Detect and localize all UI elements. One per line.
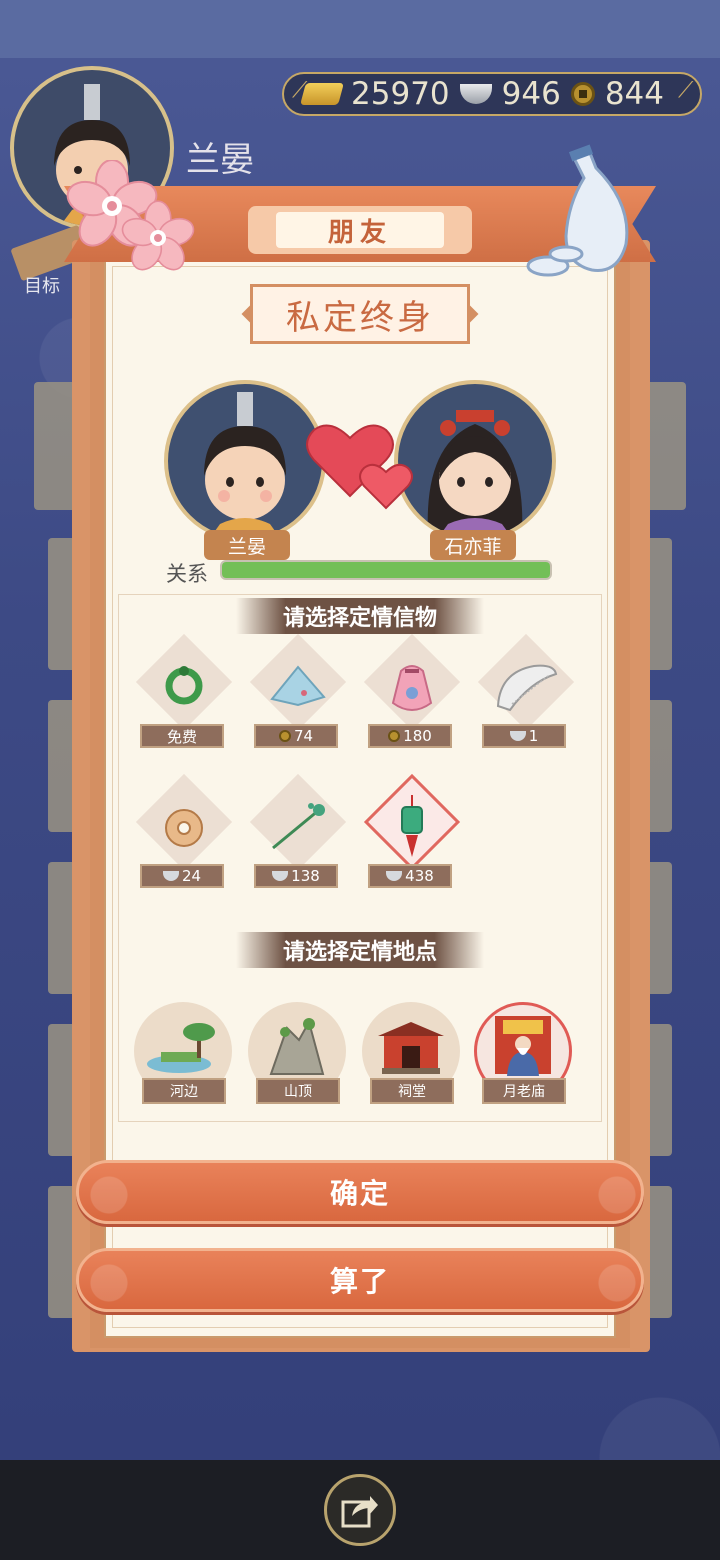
copper-coin-icon: [570, 82, 595, 106]
relation-progress-bar: [220, 560, 552, 580]
share-icon: [341, 1496, 378, 1528]
coin-amount: 844: [604, 76, 664, 112]
gift-jade-tassel[interactable]: 438: [363, 773, 461, 894]
place-riverside[interactable]: 河边: [134, 1002, 234, 1106]
left-character-name: 兰晏: [204, 530, 290, 560]
cancel-button[interactable]: 算了: [76, 1248, 644, 1312]
bamboo-icon: ⟋: [678, 78, 694, 103]
sachet-icon: [391, 665, 433, 711]
place-label: 山顶: [256, 1078, 340, 1104]
gift-price: 138: [291, 867, 320, 885]
gift-price: 24: [181, 867, 202, 885]
gift-price: 74: [293, 727, 314, 745]
gift-comb[interactable]: 1: [477, 633, 575, 754]
comb-icon: [496, 664, 558, 712]
cherry-blossom-icon: [66, 160, 195, 271]
riverside-icon: [147, 1023, 215, 1073]
place-section-title: 请选择定情地点: [236, 932, 484, 968]
hairpin-icon: [272, 803, 325, 850]
silver-ingot-icon: [459, 84, 492, 104]
currency-bar: 25970 946 844: [282, 72, 702, 116]
right-character-name: 石亦菲: [430, 530, 516, 560]
confirm-button[interactable]: 确定: [76, 1160, 644, 1224]
coin-icon: [278, 730, 291, 742]
gift-price: 180: [403, 727, 432, 745]
handkerchief-icon: [270, 665, 326, 707]
dialog-title: 朋友: [276, 212, 444, 248]
place-ancestral-hall[interactable]: 祠堂: [362, 1002, 462, 1106]
gift-price: 1: [528, 727, 539, 745]
silver-icon: [509, 731, 526, 741]
coin-icon: [388, 730, 401, 742]
silver-icon: [386, 871, 403, 881]
gift-handkerchief[interactable]: 74: [249, 633, 347, 754]
status-area: [0, 0, 720, 58]
place-label: 河边: [142, 1078, 226, 1104]
mountain-icon: [269, 1018, 325, 1075]
ancestral-hall-icon: [378, 1022, 444, 1074]
player-name: 兰晏: [186, 140, 254, 180]
place-label: 月老庙: [482, 1078, 566, 1104]
gift-price: 438: [405, 867, 434, 885]
place-mountaintop[interactable]: 山顶: [248, 1002, 348, 1106]
silver-amount: 946: [501, 76, 561, 112]
silver-icon: [162, 871, 179, 881]
jade-bracelet-icon: [165, 666, 203, 705]
target-label: 目标: [24, 276, 60, 297]
matchmaker-temple-icon: [495, 1016, 551, 1076]
gift-section-title: 请选择定情信物: [236, 598, 484, 634]
gift-jade-pendant[interactable]: 24: [135, 773, 233, 894]
gift-price: 免费: [166, 727, 197, 746]
gift-jade-bracelet[interactable]: 免费: [135, 633, 233, 754]
wine-bottle-icon: [526, 144, 629, 277]
jade-pendant-icon: [165, 809, 203, 847]
relation-progress-fill: [222, 562, 550, 578]
place-label: 祠堂: [370, 1078, 454, 1104]
place-matchmaker-temple[interactable]: 月老庙: [474, 1002, 574, 1106]
gift-sachet[interactable]: 180: [363, 633, 461, 754]
gold-amount: 25970: [351, 76, 450, 112]
jade-tassel-icon: [401, 795, 423, 857]
gift-hairpin[interactable]: 138: [249, 773, 347, 894]
silver-icon: [272, 871, 289, 881]
bamboo-icon: ⟋: [292, 78, 308, 103]
share-button[interactable]: [324, 1474, 396, 1546]
heart-icon: [306, 424, 413, 510]
dialog-subtitle: 私定终身: [250, 284, 470, 344]
relation-label: 关系: [166, 562, 208, 586]
